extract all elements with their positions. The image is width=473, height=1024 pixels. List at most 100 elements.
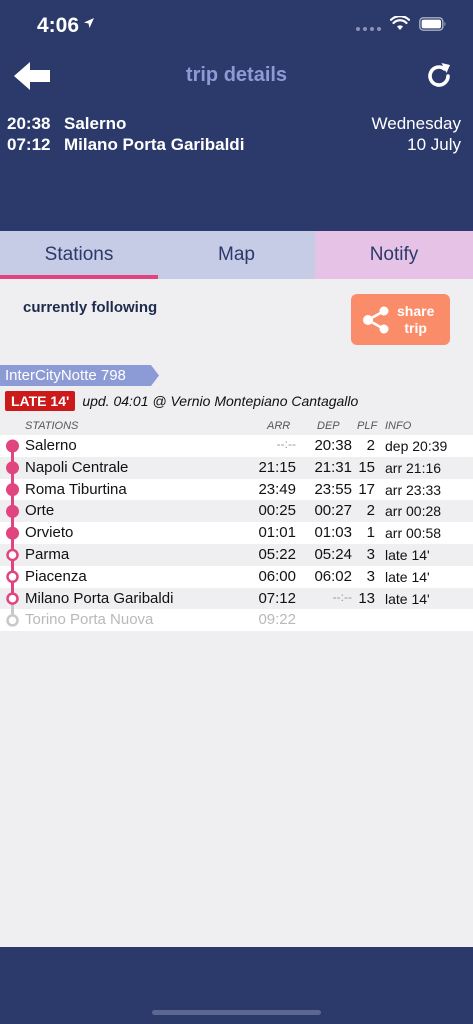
status-time: 4:06	[37, 14, 80, 37]
table-row[interactable]: Orte 00:25 00:27 2 arr 00:28	[0, 500, 473, 523]
train-status-line: LATE 14' upd. 04:01 @ Vernio Montepiano …	[5, 391, 358, 411]
station-name: Torino Porta Nuova	[25, 611, 154, 629]
station-name: Orvieto	[25, 524, 74, 542]
train-name-badge: InterCityNotte 798	[0, 365, 160, 386]
table-row[interactable]: Parma 05:22 05:24 3 late 14'	[0, 543, 473, 566]
page-title: trip details	[185, 64, 288, 86]
trip-date: Wednesday 10 July	[372, 113, 461, 155]
departure-time: --:--	[332, 589, 352, 604]
route-departure: 20:38 Salerno	[7, 113, 244, 134]
share-label: share trip	[397, 303, 434, 337]
departure-time: 01:03	[314, 524, 352, 542]
arrival-time: 01:01	[258, 524, 296, 542]
last-update: upd. 04:01 @ Vernio Montepiano Cantagall…	[82, 393, 359, 409]
arrival-time: 09:22	[258, 611, 296, 629]
platform: 15	[358, 458, 375, 476]
following-status: currently following	[23, 299, 158, 316]
station-name: Roma Tiburtina	[25, 480, 127, 498]
route-line	[6, 439, 19, 627]
stop-passed-marker	[6, 483, 19, 497]
col-dep: DEP	[317, 420, 340, 432]
tab-stations[interactable]: Stations	[0, 231, 158, 279]
departure-time: 05:24	[314, 545, 352, 563]
home-indicator[interactable]	[152, 1010, 321, 1015]
platform: 2	[366, 437, 375, 454]
route-arrival: 07:12 Milano Porta Garibaldi	[7, 134, 244, 155]
share-trip-button[interactable]: share trip	[351, 294, 450, 345]
stop-future-marker	[6, 614, 19, 627]
tab-stations-label: Stations	[44, 244, 114, 265]
cellular-signal-icon	[356, 17, 381, 31]
station-name: Orte	[25, 502, 55, 520]
arrival-time: 23:49	[258, 480, 296, 498]
late-badge: LATE 14'	[5, 391, 76, 411]
arrival-time: 05:22	[258, 545, 296, 563]
station-name: Milano Porta Garibaldi	[25, 589, 174, 607]
arrival-time: 06:00	[258, 567, 296, 585]
stop-info: late 14'	[385, 568, 430, 585]
stop-info: arr 00:28	[385, 503, 442, 520]
stations-table: Salerno --:-- 20:38 2 dep 20:39 Napoli C…	[0, 435, 473, 632]
stop-upcoming-marker	[6, 570, 19, 584]
stop-info: arr 21:16	[385, 459, 442, 476]
refresh-icon[interactable]	[423, 60, 455, 92]
table-row[interactable]: Piacenza 06:00 06:02 3 late 14'	[0, 565, 473, 588]
col-info: INFO	[385, 420, 412, 432]
table-row[interactable]: Milano Porta Garibaldi 07:12 --:-- 13 la…	[0, 587, 473, 610]
following-section: currently following share trip	[0, 279, 473, 359]
stop-passed-marker	[6, 504, 19, 518]
stop-upcoming-marker	[6, 548, 19, 562]
status-bar: 4:06	[0, 0, 473, 50]
col-plf: PLF	[357, 420, 378, 432]
share-label-line2: trip	[404, 319, 427, 336]
platform: 13	[358, 589, 375, 607]
platform: 1	[366, 524, 375, 542]
trip-day-month: 10 July	[407, 135, 461, 154]
departure-time: 21:31	[314, 458, 352, 476]
station-name: Piacenza	[25, 567, 87, 585]
arrival-station: Milano Porta Garibaldi	[64, 135, 245, 154]
header: 4:06 trip details 20:38 Salerno 07:12 Mi…	[0, 0, 473, 231]
stop-info: late 14'	[385, 546, 430, 563]
platform: 3	[366, 567, 375, 585]
stop-upcoming-marker	[6, 592, 19, 605]
stop-info: late 14'	[385, 590, 430, 607]
stop-info: dep 20:39	[385, 438, 448, 454]
platform: 17	[358, 480, 375, 498]
stop-passed-marker	[6, 461, 19, 475]
col-arr: ARR	[267, 420, 291, 432]
arrival-time: 07:12	[258, 589, 296, 607]
stations-table-header: STATIONS ARR DEP PLF INFO	[0, 419, 473, 435]
battery-icon	[419, 16, 446, 31]
arrival-time: 21:15	[258, 458, 296, 476]
stop-info: arr 23:33	[385, 481, 442, 498]
table-row[interactable]: Napoli Centrale 21:15 21:31 15 arr 21:16	[0, 456, 473, 479]
station-name: Salerno	[25, 437, 77, 454]
trip-day: Wednesday	[371, 114, 461, 133]
departure-time: 20:38	[7, 114, 51, 133]
route-summary: 20:38 Salerno 07:12 Milano Porta Garibaldi	[7, 113, 244, 155]
arrival-time: --:--	[276, 437, 296, 451]
departure-time: 23:55	[314, 480, 352, 498]
tab-notify[interactable]: Notify	[315, 231, 473, 279]
departure-time: 06:02	[314, 567, 352, 585]
table-row[interactable]: Torino Porta Nuova 09:22	[0, 609, 473, 632]
platform: 3	[366, 545, 375, 563]
stop-passed-marker	[6, 526, 19, 540]
table-row[interactable]: Salerno --:-- 20:38 2 dep 20:39	[0, 435, 473, 457]
share-label-line1: share	[397, 302, 435, 319]
train-name: InterCityNotte 798	[5, 367, 126, 384]
location-arrow-icon	[84, 18, 94, 28]
stop-passed-marker	[6, 439, 19, 453]
table-row[interactable]: Roma Tiburtina 23:49 23:55 17 arr 23:33	[0, 478, 473, 501]
table-row[interactable]: Orvieto 01:01 01:03 1 arr 00:58	[0, 522, 473, 544]
share-icon	[363, 306, 389, 333]
departure-station: Salerno	[64, 114, 127, 133]
tab-bar: Stations Map Notify	[0, 231, 473, 279]
col-stations: STATIONS	[25, 420, 79, 432]
station-name: Napoli Centrale	[25, 458, 129, 476]
departure-time: 00:27	[314, 502, 352, 520]
tab-map[interactable]: Map	[158, 231, 315, 279]
tab-map-label: Map	[218, 244, 255, 265]
tab-notify-label: Notify	[369, 244, 419, 265]
